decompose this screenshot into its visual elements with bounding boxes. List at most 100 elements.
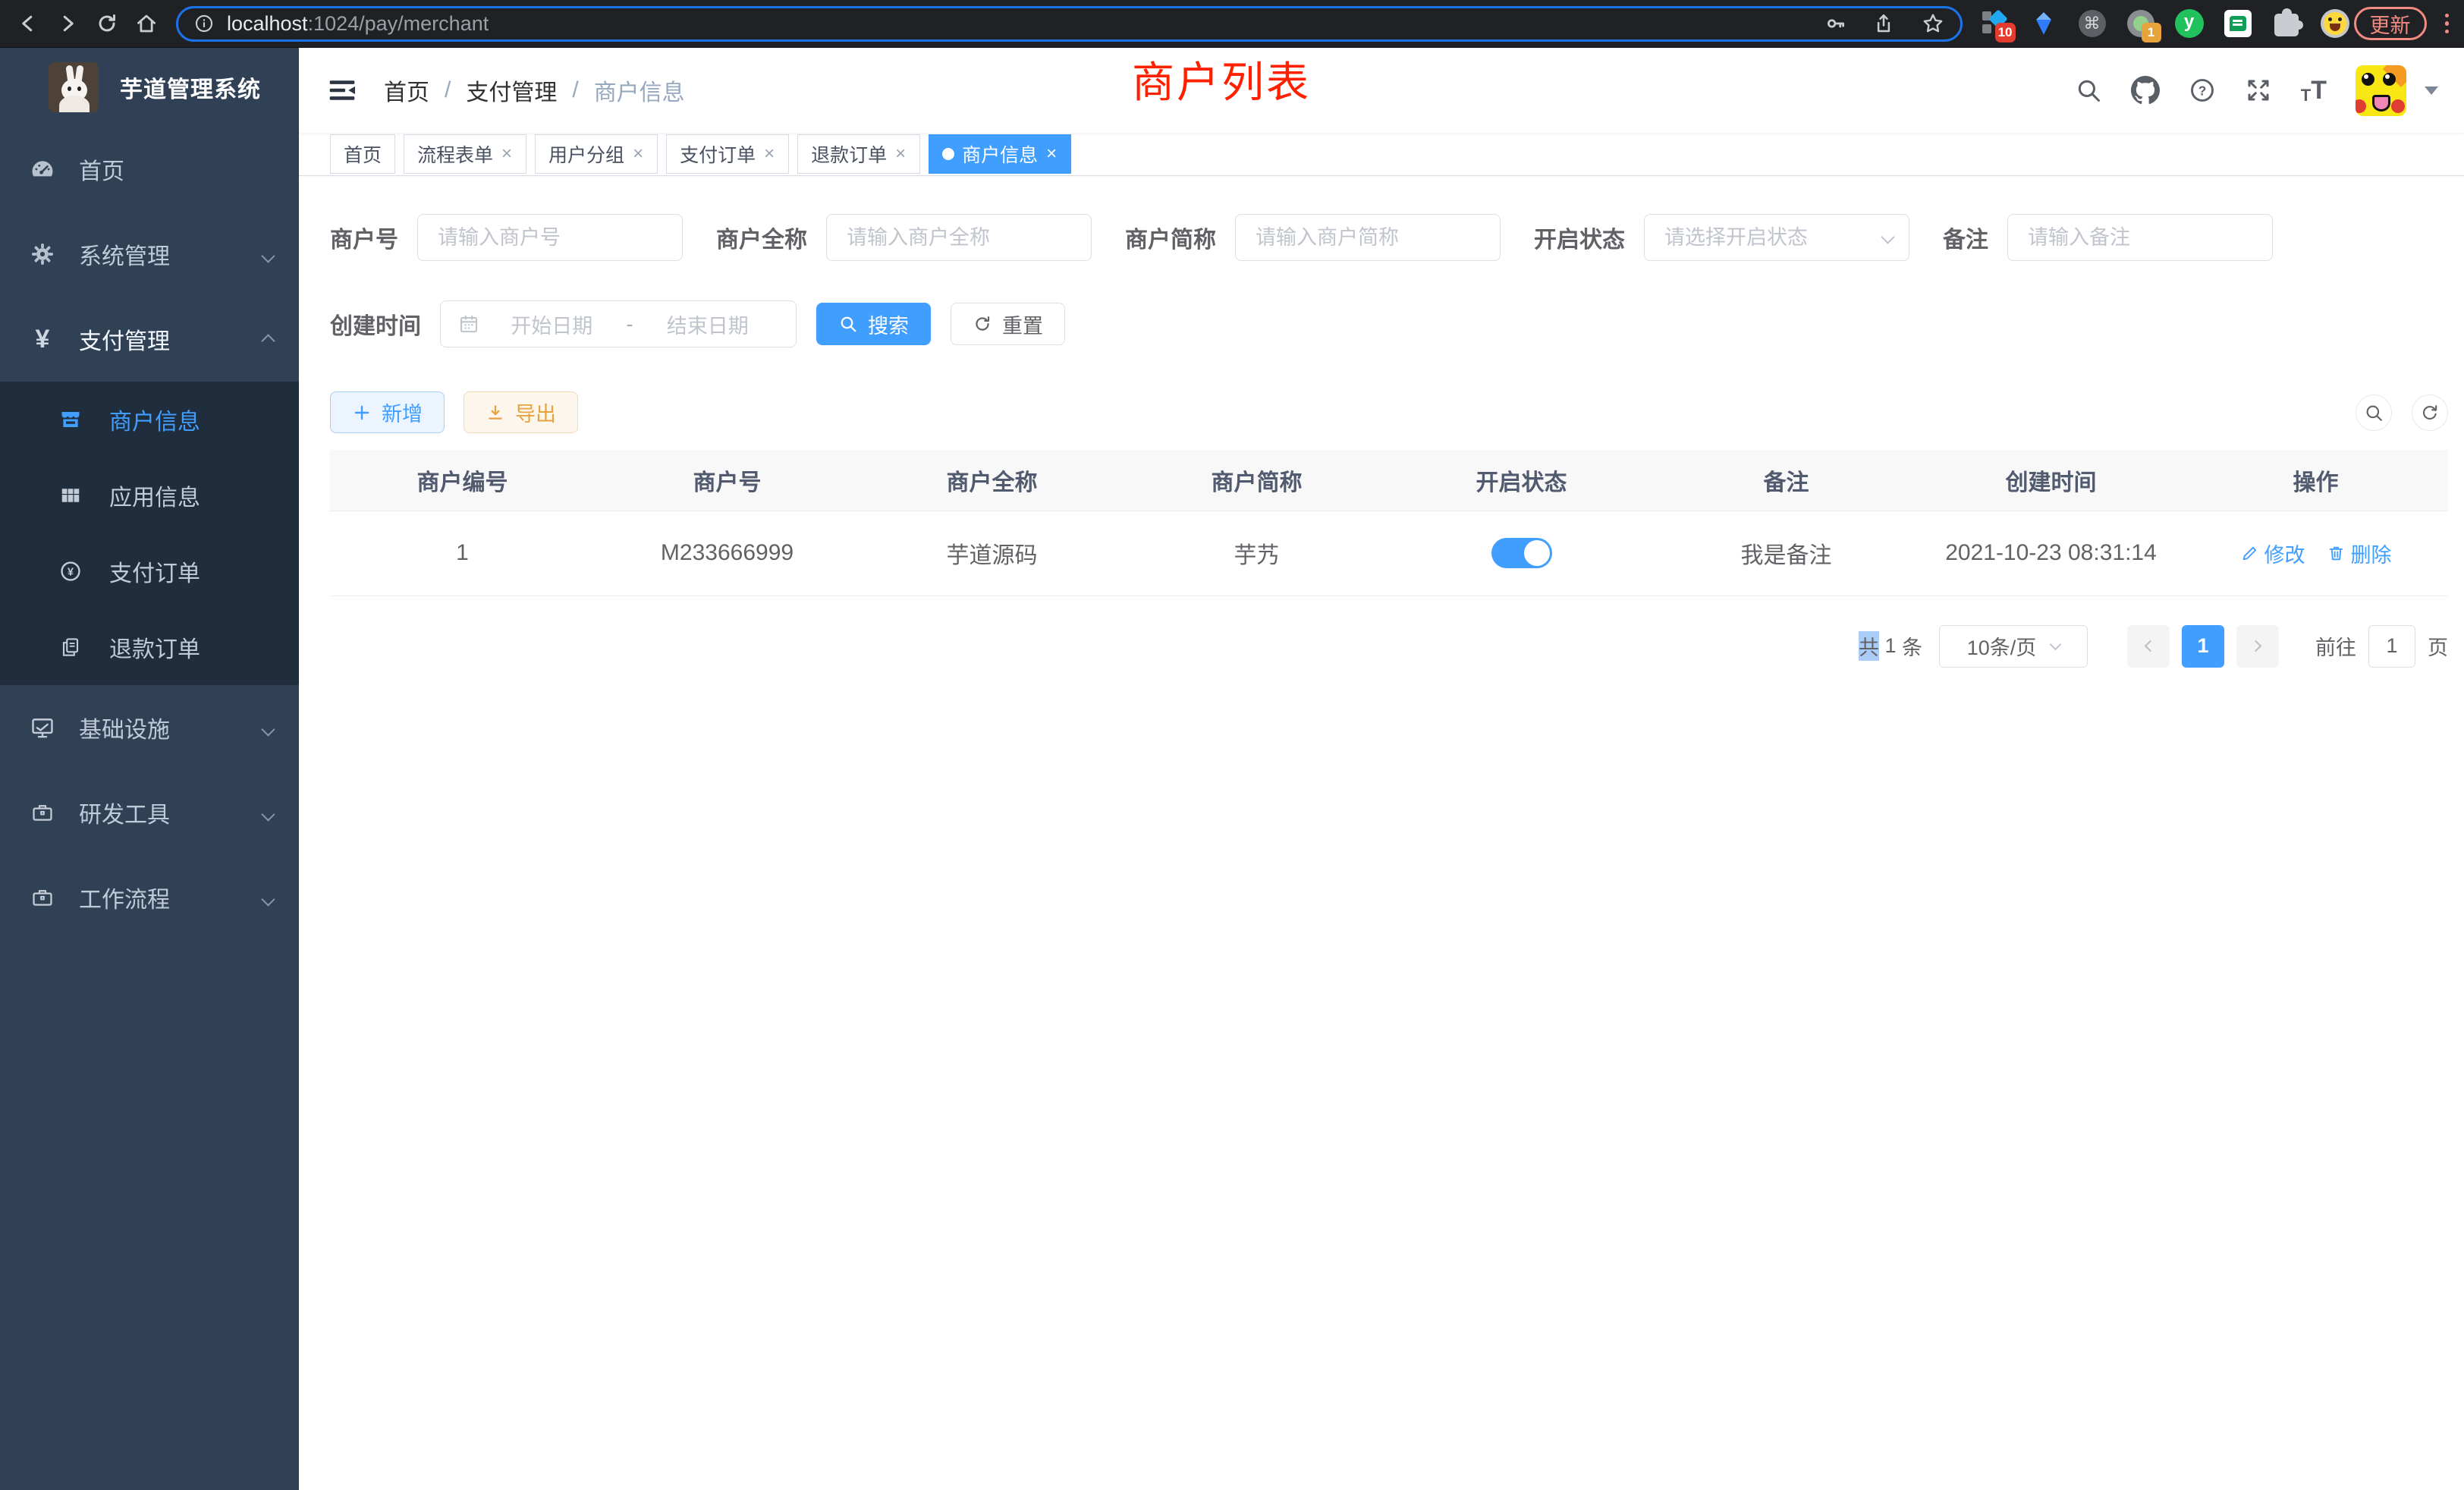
export-button-label: 导出 bbox=[515, 398, 556, 427]
header-search-icon[interactable] bbox=[2075, 77, 2102, 104]
status-select[interactable] bbox=[1644, 214, 1909, 261]
yen-icon bbox=[27, 326, 58, 352]
calendar-icon bbox=[457, 313, 480, 335]
full-name-input[interactable] bbox=[826, 214, 1092, 261]
sidebar-item-refund-order[interactable]: 退款订单 bbox=[0, 609, 299, 685]
total-prefix: 共 bbox=[1859, 631, 1879, 661]
sidebar-item-infrastructure[interactable]: 基础设施 bbox=[0, 685, 299, 770]
password-key-icon[interactable] bbox=[1824, 12, 1846, 35]
svg-text:¥: ¥ bbox=[68, 567, 74, 579]
tab-refund-order[interactable]: 退款订单 bbox=[797, 134, 920, 174]
url-text[interactable]: localhost:1024/pay/merchant bbox=[227, 12, 489, 36]
breadcrumb-home[interactable]: 首页 bbox=[384, 74, 429, 107]
close-icon[interactable] bbox=[501, 145, 513, 163]
sidebar-item-dev-tools[interactable]: 研发工具 bbox=[0, 770, 299, 855]
chevron-up-icon bbox=[263, 326, 273, 352]
extension-circle-icon[interactable]: 1 bbox=[2126, 9, 2155, 38]
short-name-input[interactable] bbox=[1235, 214, 1501, 261]
sidebar-item-label: 商户信息 bbox=[109, 403, 200, 436]
tab-process-form[interactable]: 流程表单 bbox=[404, 134, 526, 174]
store-icon bbox=[58, 408, 83, 431]
close-icon[interactable] bbox=[894, 145, 907, 163]
browser-toolbar: localhost:1024/pay/merchant 10 1 bbox=[0, 0, 2464, 48]
sidebar-item-system[interactable]: 系统管理 bbox=[0, 212, 299, 297]
sidebar-item-app-info[interactable]: 应用信息 bbox=[0, 457, 299, 533]
reset-button[interactable]: 重置 bbox=[951, 303, 1065, 345]
reload-icon[interactable] bbox=[90, 6, 124, 41]
sidebar-item-home[interactable]: 首页 bbox=[0, 127, 299, 212]
back-icon[interactable] bbox=[11, 6, 46, 41]
extension-puzzle-icon[interactable] bbox=[2272, 9, 2301, 38]
url-path: :1024/pay/merchant bbox=[308, 12, 489, 35]
tab-label: 流程表单 bbox=[417, 140, 493, 168]
forward-icon[interactable] bbox=[50, 6, 85, 41]
address-bar[interactable]: localhost:1024/pay/merchant bbox=[176, 6, 1963, 42]
bookmark-star-icon[interactable] bbox=[1921, 11, 1945, 36]
sidebar-item-pay-order[interactable]: ¥ 支付订单 bbox=[0, 533, 299, 609]
sidebar-item-label: 应用信息 bbox=[109, 479, 200, 512]
remark-input[interactable] bbox=[2007, 214, 2273, 261]
tab-user-group[interactable]: 用户分组 bbox=[535, 134, 658, 174]
extension-badge: 1 bbox=[2142, 23, 2161, 42]
extension-diamond-icon[interactable]: 10 bbox=[1981, 9, 2010, 38]
extension-chat-icon[interactable] bbox=[2224, 9, 2252, 38]
tab-label: 退款订单 bbox=[811, 140, 887, 168]
full-name-label: 商户全称 bbox=[716, 221, 807, 254]
delete-link[interactable]: 删除 bbox=[2327, 539, 2392, 568]
prev-page-button[interactable] bbox=[2127, 625, 2170, 668]
user-avatar[interactable] bbox=[2356, 65, 2406, 116]
github-icon[interactable] bbox=[2131, 76, 2160, 105]
col-merchant-id: 商户编号 bbox=[330, 450, 595, 511]
search-button[interactable]: 搜索 bbox=[816, 303, 931, 345]
active-dot-icon bbox=[942, 148, 954, 160]
hide-search-button[interactable] bbox=[2356, 395, 2392, 431]
date-end-placeholder[interactable]: 结束日期 bbox=[636, 310, 780, 339]
extension-command-icon[interactable] bbox=[2078, 9, 2107, 38]
user-menu-caret-icon[interactable] bbox=[2425, 86, 2438, 95]
col-remark: 备注 bbox=[1654, 450, 1919, 511]
col-create-time: 创建时间 bbox=[1919, 450, 2183, 511]
breadcrumb-payment[interactable]: 支付管理 bbox=[466, 74, 557, 107]
extension-emoji-icon[interactable] bbox=[2321, 9, 2349, 38]
gear-icon bbox=[27, 241, 58, 267]
extension-y-icon[interactable] bbox=[2175, 9, 2204, 38]
close-icon[interactable] bbox=[1045, 145, 1058, 163]
close-icon[interactable] bbox=[632, 145, 644, 163]
site-info-icon[interactable] bbox=[193, 13, 215, 34]
sidebar-collapse-icon[interactable] bbox=[328, 76, 357, 105]
date-start-placeholder[interactable]: 开始日期 bbox=[480, 310, 624, 339]
status-toggle[interactable] bbox=[1491, 538, 1552, 568]
status-select-input[interactable] bbox=[1644, 214, 1909, 261]
tab-merchant-info[interactable]: 商户信息 bbox=[929, 134, 1071, 174]
page-size-select[interactable]: 10条/页 bbox=[1939, 625, 2088, 668]
breadcrumb-separator bbox=[572, 77, 578, 103]
goto-page-input[interactable] bbox=[2368, 625, 2415, 668]
export-button[interactable]: 导出 bbox=[464, 391, 578, 433]
add-button[interactable]: 新增 bbox=[330, 391, 445, 433]
page-1-button[interactable]: 1 bbox=[2182, 625, 2224, 668]
tab-home[interactable]: 首页 bbox=[330, 134, 395, 174]
toolbox-icon bbox=[27, 800, 58, 825]
merchant-no-label: 商户号 bbox=[330, 221, 398, 254]
merchant-no-input[interactable] bbox=[417, 214, 683, 261]
date-range-picker[interactable]: 开始日期 - 结束日期 bbox=[440, 300, 797, 347]
help-icon[interactable]: ? bbox=[2189, 77, 2216, 104]
extension-gem-icon[interactable] bbox=[2029, 9, 2058, 38]
next-page-button[interactable] bbox=[2236, 625, 2279, 668]
sidebar-item-payment[interactable]: 支付管理 bbox=[0, 297, 299, 382]
font-size-icon[interactable] bbox=[2301, 76, 2327, 105]
close-icon[interactable] bbox=[763, 145, 775, 163]
date-separator: - bbox=[624, 313, 636, 336]
fullscreen-icon[interactable] bbox=[2245, 77, 2272, 104]
svg-text:?: ? bbox=[2198, 83, 2206, 98]
share-icon[interactable] bbox=[1872, 12, 1895, 35]
refresh-button[interactable] bbox=[2412, 395, 2448, 431]
home-icon[interactable] bbox=[129, 6, 164, 41]
browser-menu-icon[interactable] bbox=[2442, 11, 2453, 37]
edit-link[interactable]: 修改 bbox=[2240, 539, 2305, 568]
sidebar-item-merchant-info[interactable]: 商户信息 bbox=[0, 382, 299, 457]
sidebar-item-workflow[interactable]: 工作流程 bbox=[0, 855, 299, 940]
tab-pay-order[interactable]: 支付订单 bbox=[666, 134, 789, 174]
app-logo[interactable]: 芋道管理系统 bbox=[0, 48, 299, 127]
browser-update-button[interactable]: 更新 bbox=[2354, 7, 2427, 40]
